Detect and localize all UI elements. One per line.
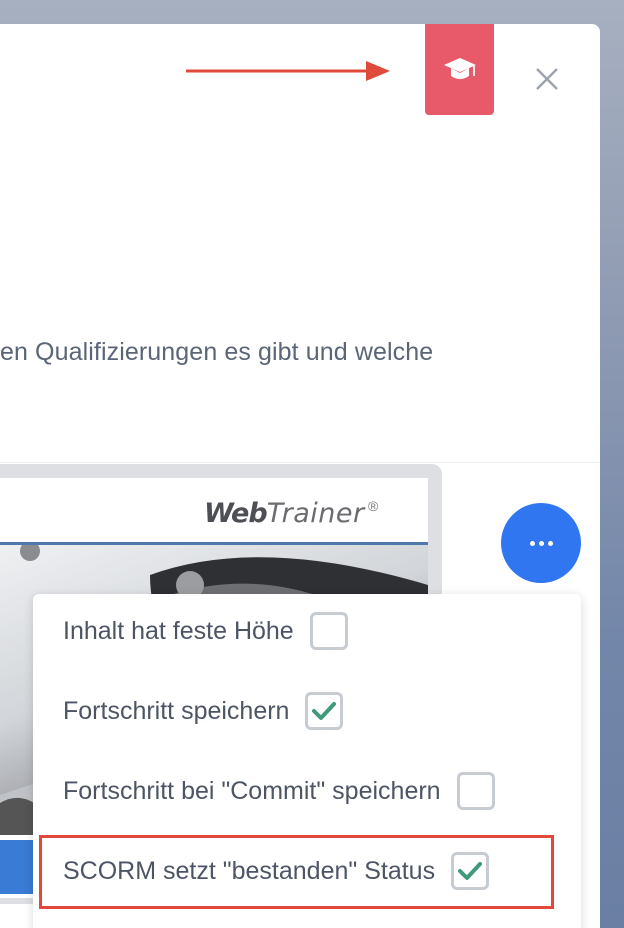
webtrainer-logo: WebTrainer [204, 498, 365, 529]
divider [0, 462, 600, 463]
menu-item-label: Fortschritt bei "Commit" speichern [63, 776, 441, 805]
checkmark-icon [312, 702, 337, 720]
registered-mark: ® [368, 498, 379, 514]
menu-item-label: Fortschritt speichern [63, 696, 290, 725]
close-button[interactable] [530, 62, 564, 96]
close-icon [536, 68, 558, 90]
qualification-button[interactable] [425, 24, 494, 115]
menu-item-save-on-commit[interactable]: Fortschritt bei "Commit" speichern [63, 772, 495, 810]
menu-item-fixed-height[interactable]: Inhalt hat feste Höhe [63, 612, 348, 650]
menu-item-save-progress[interactable]: Fortschritt speichern [63, 692, 344, 730]
graduation-cap-icon [443, 57, 476, 79]
save-progress-checkbox[interactable] [305, 692, 344, 730]
more-options-button[interactable] [501, 503, 581, 583]
annotation-arrow [186, 61, 390, 81]
description-text: en Qualifizierungen es gibt und welche [0, 338, 434, 366]
menu-item-label: Inhalt hat feste Höhe [63, 616, 294, 645]
save-on-commit-checkbox[interactable] [456, 772, 495, 810]
preview-header: WebTrainer ® [0, 478, 428, 542]
fixed-height-checkbox[interactable] [309, 612, 348, 650]
more-horizontal-icon [529, 540, 535, 546]
annotation-highlight-box [39, 835, 554, 909]
